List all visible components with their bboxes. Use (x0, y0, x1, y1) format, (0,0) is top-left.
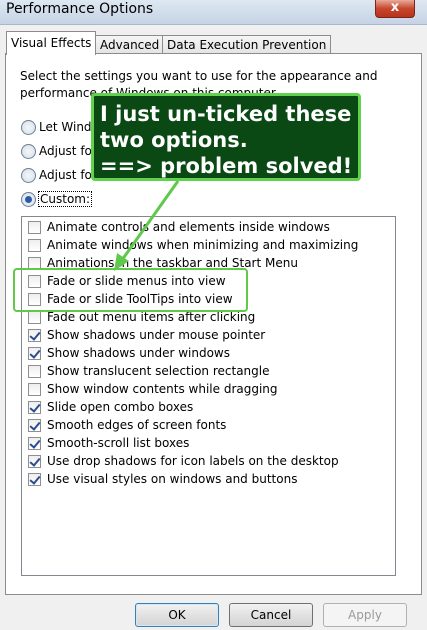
radio-best-appearance-label: Adjust fo (39, 144, 92, 158)
option-checkbox[interactable] (28, 401, 41, 414)
ok-button[interactable]: OK (135, 603, 219, 627)
option-checkbox[interactable] (28, 311, 41, 324)
option-label: Smooth edges of screen fonts (47, 418, 227, 432)
option-checkbox[interactable] (28, 437, 41, 450)
close-button[interactable]: x (375, 0, 415, 18)
option-label: Show shadows under windows (47, 346, 230, 360)
option-label: Slide open combo boxes (47, 400, 194, 414)
option-label: Use visual styles on windows and buttons (47, 472, 298, 486)
annotation-highlight-box (13, 268, 248, 312)
close-icon: x (390, 0, 400, 15)
radio-best-performance-label: Adjust fo (39, 168, 92, 182)
annotation-text: I just un-ticked these two options. ==> … (100, 102, 353, 178)
option-checkbox[interactable] (28, 473, 41, 486)
radio-let-windows-choose[interactable] (21, 120, 36, 135)
apply-button[interactable]: Apply (323, 603, 407, 627)
radio-custom[interactable] (21, 192, 36, 207)
option-checkbox[interactable] (28, 455, 41, 468)
option-checkbox[interactable] (28, 419, 41, 432)
option-label: Fade out menu items after clicking (47, 310, 256, 324)
radio-best-appearance[interactable] (21, 144, 36, 159)
radio-best-performance[interactable] (21, 168, 36, 183)
option-checkbox[interactable] (28, 383, 41, 396)
option-label: Show window contents while dragging (47, 382, 278, 396)
tab-data-execution-prevention[interactable]: Data Execution Prevention (162, 35, 332, 54)
tab-visual-effects[interactable]: Visual Effects (6, 31, 97, 55)
annotation-callout: I just un-ticked these two options. ==> … (91, 93, 361, 181)
option-checkbox[interactable] (28, 365, 41, 378)
option-checkbox[interactable] (28, 239, 41, 252)
option-label: Smooth-scroll list boxes (47, 436, 190, 450)
option-label: Show shadows under mouse pointer (47, 328, 266, 342)
option-label: Animate controls and elements inside win… (47, 220, 330, 234)
tab-advanced[interactable]: Advanced (95, 35, 165, 54)
option-label: Use drop shadows for icon labels on the … (47, 454, 339, 468)
option-checkbox[interactable] (28, 221, 41, 234)
title-bar: Performance Options x (0, 0, 427, 25)
window-title: Performance Options (6, 1, 154, 17)
radio-let-windows-choose-label: Let Windo (39, 120, 99, 134)
radio-custom-label: Custom: (37, 191, 93, 207)
option-checkbox[interactable] (28, 329, 41, 342)
option-label: Animate windows when minimizing and maxi… (47, 238, 359, 252)
option-checkbox[interactable] (28, 347, 41, 360)
option-label: Show translucent selection rectangle (47, 364, 270, 378)
cancel-button[interactable]: Cancel (229, 603, 313, 627)
